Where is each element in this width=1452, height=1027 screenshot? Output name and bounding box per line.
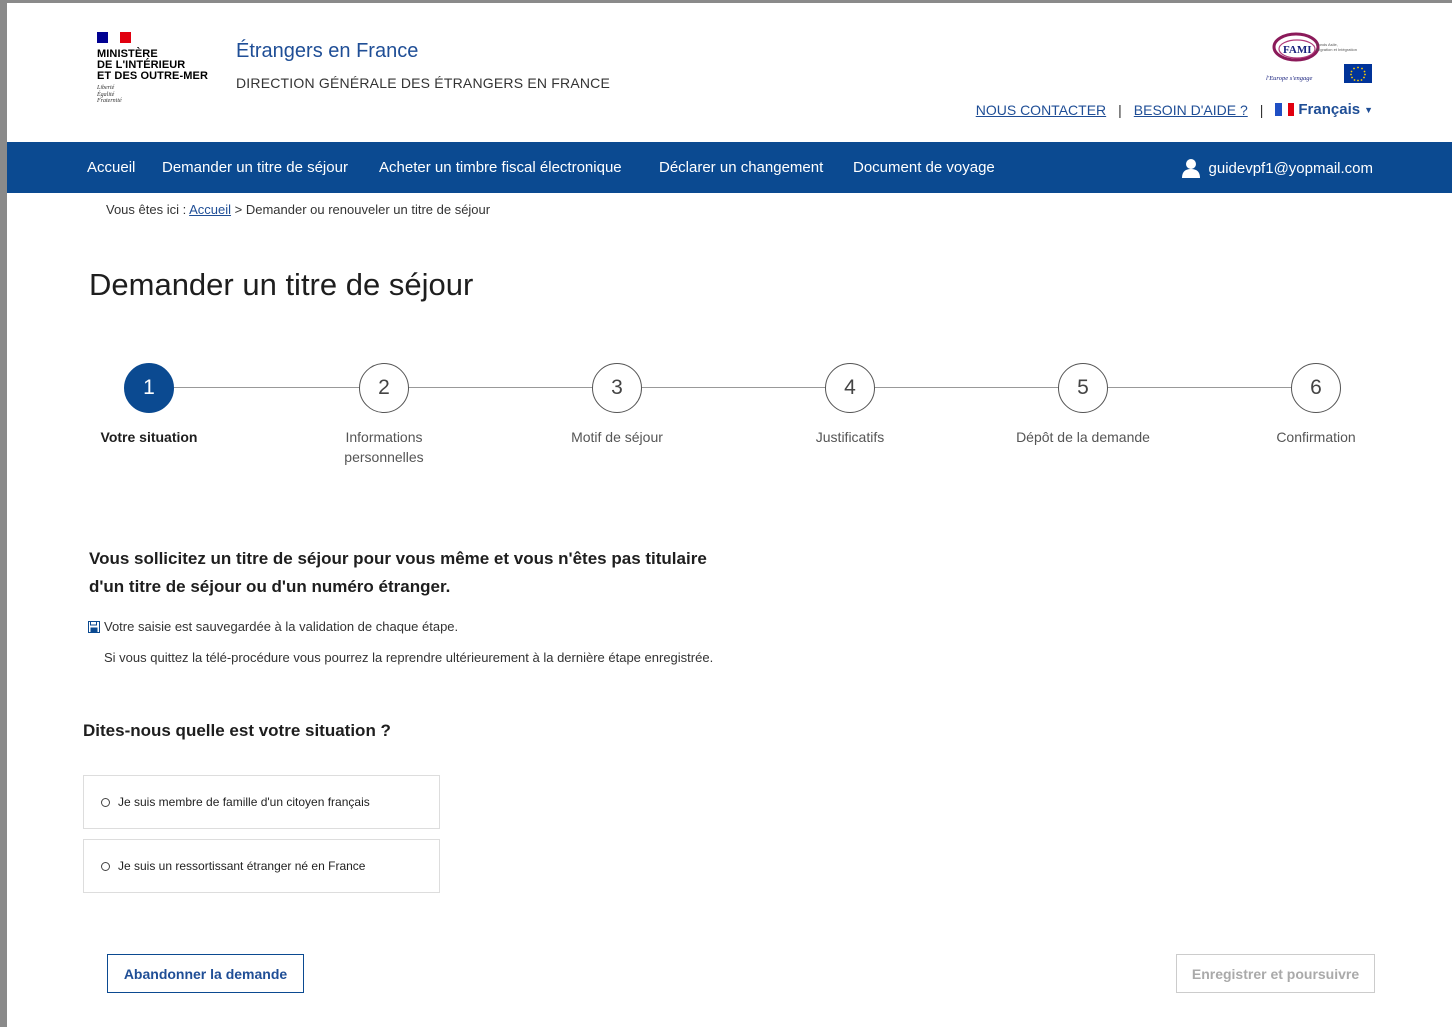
step-votre-situation: 1 Votre situation — [49, 363, 249, 447]
separator: | — [1118, 101, 1122, 118]
save-note-text: Votre saisie est sauvegardée à la valida… — [104, 619, 459, 634]
svg-text:Migration et Intégration: Migration et Intégration — [1316, 47, 1357, 52]
breadcrumb-current: > Demander ou renouveler un titre de séj… — [231, 202, 491, 217]
user-account-menu[interactable]: guidevpf1@yopmail.com — [1181, 158, 1373, 178]
step-number: 1 — [124, 363, 174, 413]
ministry-name: MINISTÈRE DE L'INTÉRIEUR ET DES OUTRE-ME… — [97, 48, 208, 82]
radio-button[interactable] — [101, 861, 110, 871]
save-continue-button[interactable]: Enregistrer et poursuivre — [1176, 954, 1375, 993]
svg-text:l'Europe s'engage: l'Europe s'engage — [1266, 75, 1313, 82]
nav-item-timbre-fiscal[interactable]: Acheter un timbre fiscal électronique — [379, 159, 622, 176]
ministry-motto: Liberté Égalité Fraternité — [97, 85, 122, 104]
nav-item-titre-sejour[interactable]: Demander un titre de séjour — [162, 159, 348, 176]
option-label: Je suis membre de famille d'un citoyen f… — [118, 795, 370, 809]
nav-item-document-voyage[interactable]: Document de voyage — [853, 159, 995, 176]
step-confirmation: 6 Confirmation — [1216, 363, 1416, 447]
caret-down-icon: ▼ — [1364, 104, 1373, 115]
step-justificatifs: 4 Justificatifs — [750, 363, 950, 447]
step-number: 4 — [825, 363, 875, 413]
abandon-button[interactable]: Abandonner la demande — [107, 954, 304, 993]
help-link[interactable]: BESOIN D'AIDE ? — [1134, 102, 1248, 118]
fami-eu-logo: FAMI Fonds Asile, Migration et Intégrati… — [1264, 30, 1374, 86]
site-subtitle: DIRECTION GÉNÉRALE DES ÉTRANGERS EN FRAN… — [236, 75, 611, 91]
option-membre-famille[interactable]: Je suis membre de famille d'un citoyen f… — [83, 775, 440, 829]
resume-note: Si vous quittez la télé-procédure vous p… — [104, 650, 714, 665]
svg-text:FAMI: FAMI — [1283, 44, 1312, 56]
separator: | — [1259, 101, 1264, 118]
site-title[interactable]: Étrangers en France — [236, 40, 418, 63]
french-flag-icon — [1275, 103, 1295, 116]
radio-button[interactable] — [101, 797, 110, 807]
contact-link[interactable]: NOUS CONTACTER — [976, 102, 1106, 118]
step-number: 3 — [592, 363, 642, 413]
situation-question: Dites-nous quelle est votre situation ? — [83, 721, 391, 740]
step-depot-demande: 5 Dépôt de la demande — [983, 363, 1183, 447]
step-number: 2 — [359, 363, 409, 413]
step-label: Motif de séjour — [571, 429, 663, 445]
step-informations-personnelles: 2 Informations personnelles — [284, 363, 484, 467]
option-ne-en-france[interactable]: Je suis un ressortissant étranger né en … — [83, 839, 440, 893]
save-note: Votre saisie est sauvegardée à la valida… — [88, 619, 458, 634]
ministry-logo[interactable]: MINISTÈRE DE L'INTÉRIEUR ET DES OUTRE-ME… — [97, 32, 217, 105]
nav-item-declarer-changement[interactable]: Déclarer un changement — [659, 159, 823, 176]
step-motif-sejour: 3 Motif de séjour — [517, 363, 717, 447]
step-label: Justificatifs — [815, 429, 885, 445]
marianne-flag-icon — [97, 32, 131, 43]
breadcrumb: Vous êtes ici : Accueil > Demander ou re… — [106, 202, 490, 217]
option-label: Je suis un ressortissant étranger né en … — [118, 859, 366, 873]
page-title: Demander un titre de séjour — [89, 267, 474, 302]
step-label: Dépôt de la demande — [1016, 429, 1150, 445]
intro-text: Vous sollicitez un titre de séjour pour … — [89, 549, 707, 596]
language-selector[interactable]: Français ▼ — [1275, 101, 1373, 118]
step-label: Confirmation — [1276, 429, 1356, 445]
nav-item-accueil[interactable]: Accueil — [87, 159, 135, 176]
step-label: Votre situation — [100, 429, 198, 445]
user-email: guidevpf1@yopmail.com — [1208, 159, 1373, 177]
main-nav: Accueil Demander un titre de séjour Ache… — [7, 142, 1452, 193]
language-label: Français — [1298, 101, 1361, 118]
save-floppy-icon — [88, 620, 100, 633]
breadcrumb-prefix: Vous êtes ici : — [106, 202, 190, 217]
step-number: 6 — [1291, 363, 1341, 413]
top-links: NOUS CONTACTER | BESOIN D'AIDE ? | Franç… — [976, 101, 1373, 118]
breadcrumb-home-link[interactable]: Accueil — [189, 202, 231, 217]
user-icon — [1181, 159, 1200, 178]
step-number: 5 — [1058, 363, 1108, 413]
step-label: Informations personnelles — [344, 429, 424, 465]
